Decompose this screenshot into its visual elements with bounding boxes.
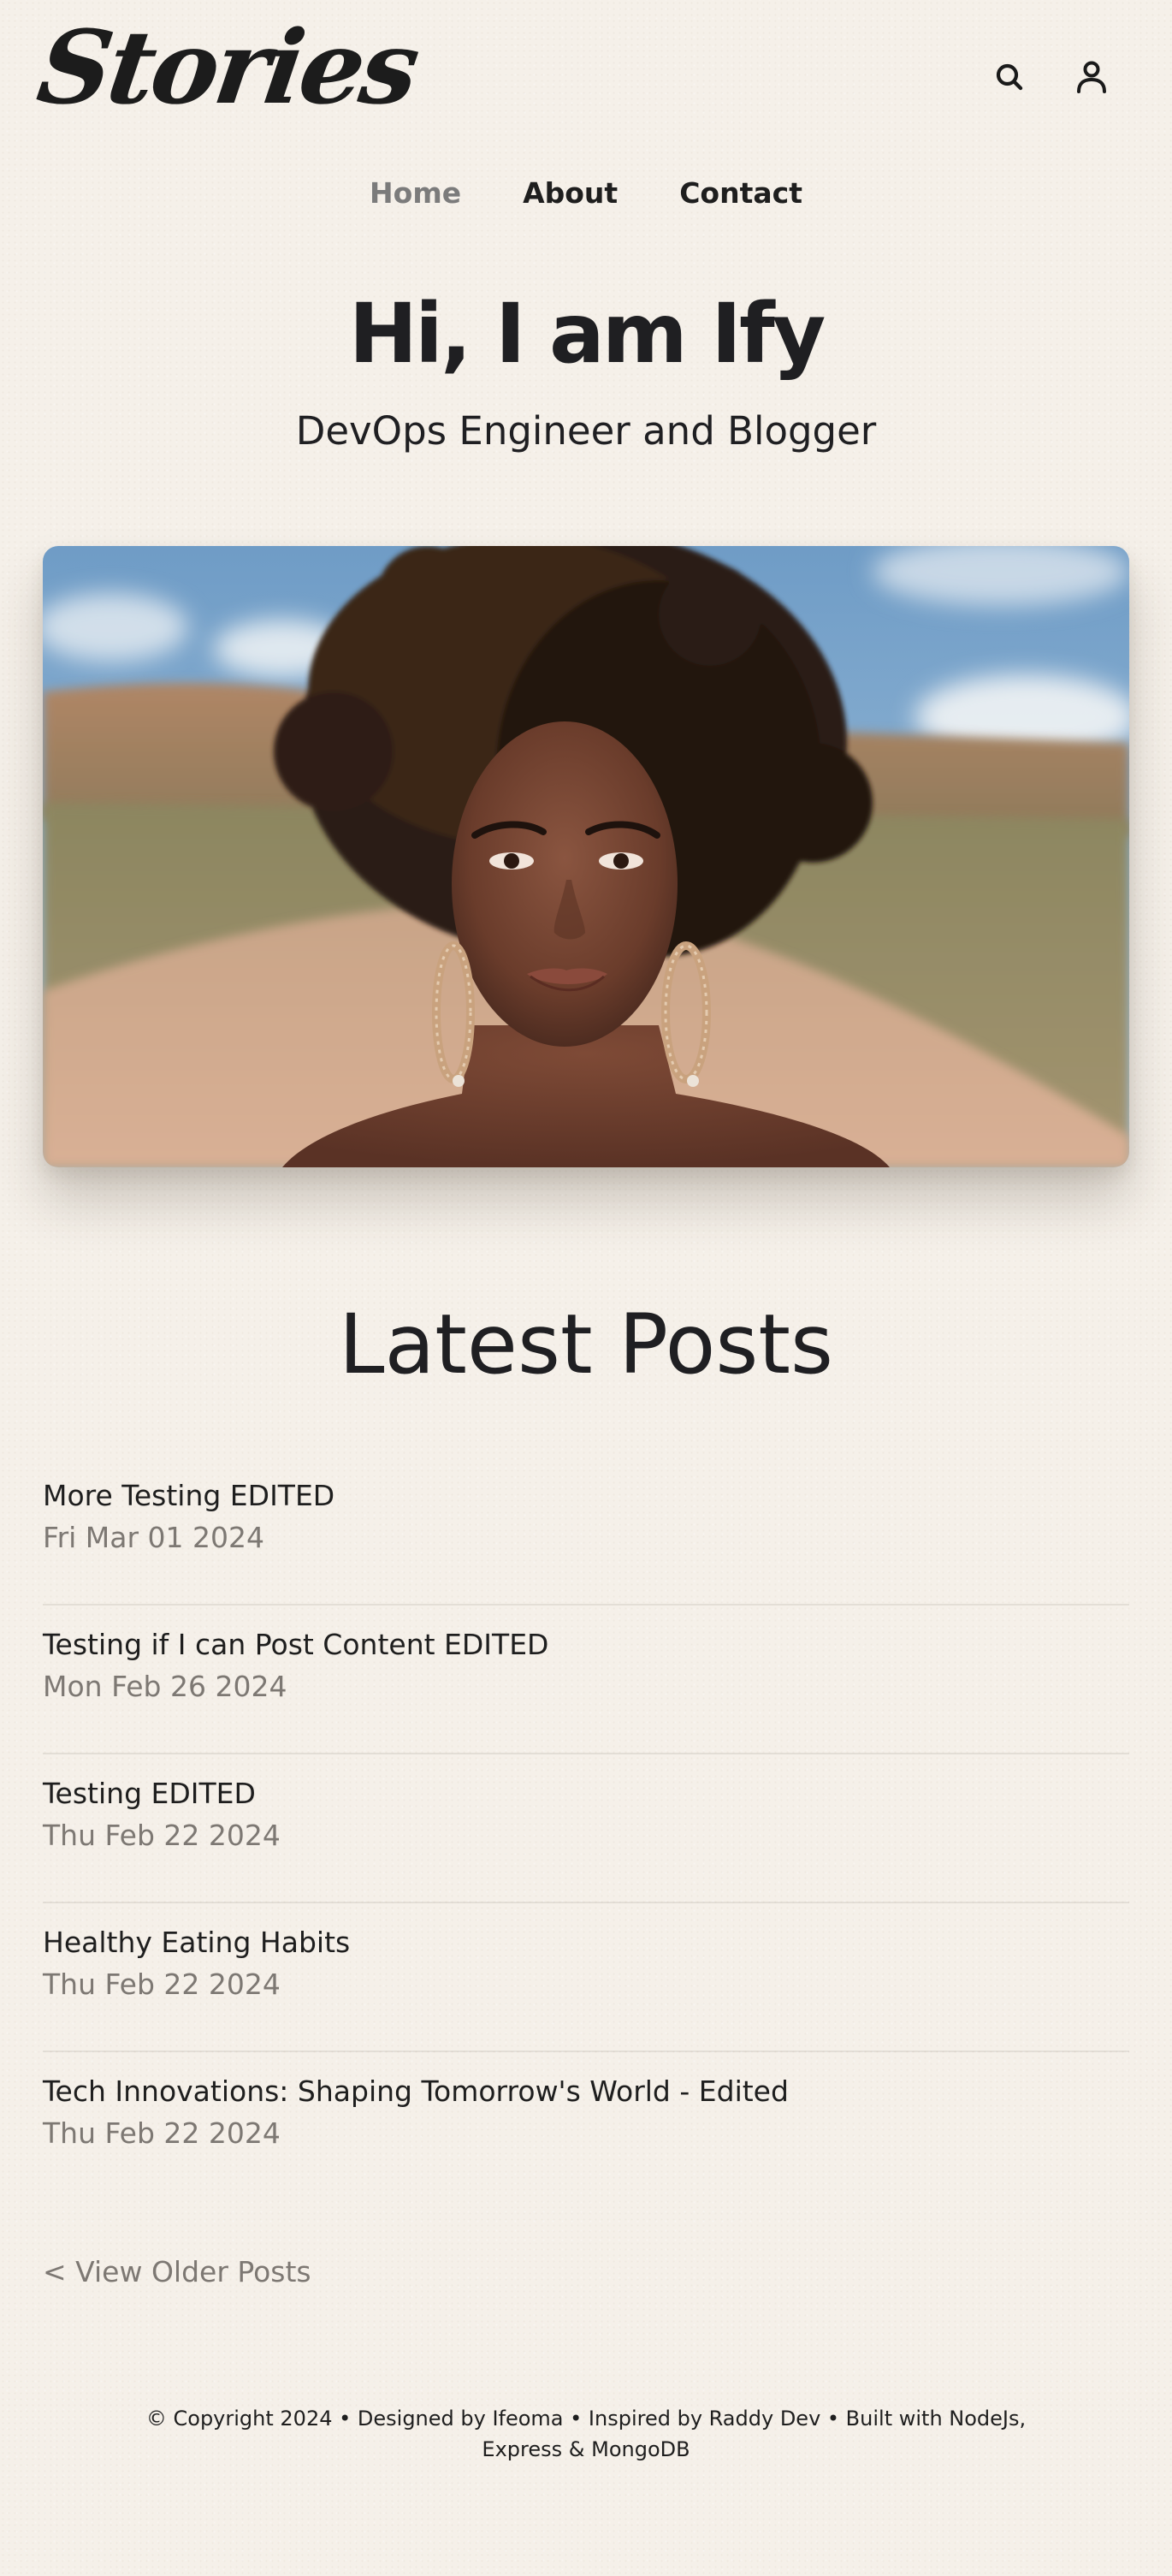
page: Stories Home About Contact Hi, I am Ify … <box>0 0 1172 2576</box>
list-item: Tech Innovations: Shaping Tomorrow's Wor… <box>43 2052 1129 2201</box>
post-title: More Testing EDITED <box>43 1479 335 1512</box>
post-link[interactable]: Testing if I can Post Content EDITED Mon… <box>43 1624 1129 1708</box>
post-date: Mon Feb 26 2024 <box>43 1670 287 1703</box>
site-logo[interactable]: Stories <box>31 8 423 127</box>
footer-line-1: © Copyright 2024 • Designed by Ifeoma • … <box>145 2407 1027 2431</box>
post-link[interactable]: Testing EDITED Thu Feb 22 2024 <box>43 1773 1129 1857</box>
nav-contact[interactable]: Contact <box>679 168 802 219</box>
post-date: Thu Feb 22 2024 <box>43 2116 281 2150</box>
post-link[interactable]: Tech Innovations: Shaping Tomorrow's Wor… <box>43 2071 1129 2155</box>
list-item: Healthy Eating Habits Thu Feb 22 2024 <box>43 1903 1129 2052</box>
list-item: Testing if I can Post Content EDITED Mon… <box>43 1606 1129 1754</box>
post-link[interactable]: More Testing EDITED Fri Mar 01 2024 <box>43 1475 1129 1559</box>
post-title: Tech Innovations: Shaping Tomorrow's Wor… <box>43 2074 789 2108</box>
hero-image <box>43 546 1129 1167</box>
post-list: More Testing EDITED Fri Mar 01 2024 Test… <box>43 1457 1129 2201</box>
post-date: Thu Feb 22 2024 <box>43 1819 281 1852</box>
post-date: Thu Feb 22 2024 <box>43 1968 281 2001</box>
footer: © Copyright 2024 • Designed by Ifeoma • … <box>0 2403 1172 2465</box>
nav-about[interactable]: About <box>523 168 618 219</box>
main-nav: Home About Contact <box>0 168 1172 219</box>
account-button[interactable] <box>1073 58 1110 96</box>
list-item: Testing EDITED Thu Feb 22 2024 <box>43 1754 1129 1903</box>
search-button[interactable] <box>991 58 1028 96</box>
post-title: Healthy Eating Habits <box>43 1926 351 1959</box>
list-item: More Testing EDITED Fri Mar 01 2024 <box>43 1457 1129 1606</box>
post-date: Fri Mar 01 2024 <box>43 1521 265 1554</box>
nav-home[interactable]: Home <box>370 168 461 219</box>
post-title: Testing EDITED <box>43 1777 256 1810</box>
search-icon <box>995 62 1024 92</box>
header-actions <box>991 58 1110 96</box>
hero-subtitle: DevOps Engineer and Blogger <box>295 408 877 454</box>
latest-posts-heading: Latest Posts <box>338 1297 834 1392</box>
footer-line-2: Express & MongoDB <box>482 2437 690 2461</box>
hero-title: Hi, I am Ify <box>348 286 826 382</box>
post-link[interactable]: Healthy Eating Habits Thu Feb 22 2024 <box>43 1922 1129 2006</box>
view-older-posts-link[interactable]: < View Older Posts <box>43 2251 311 2294</box>
user-icon <box>1075 60 1108 94</box>
post-title: Testing if I can Post Content EDITED <box>43 1628 549 1661</box>
